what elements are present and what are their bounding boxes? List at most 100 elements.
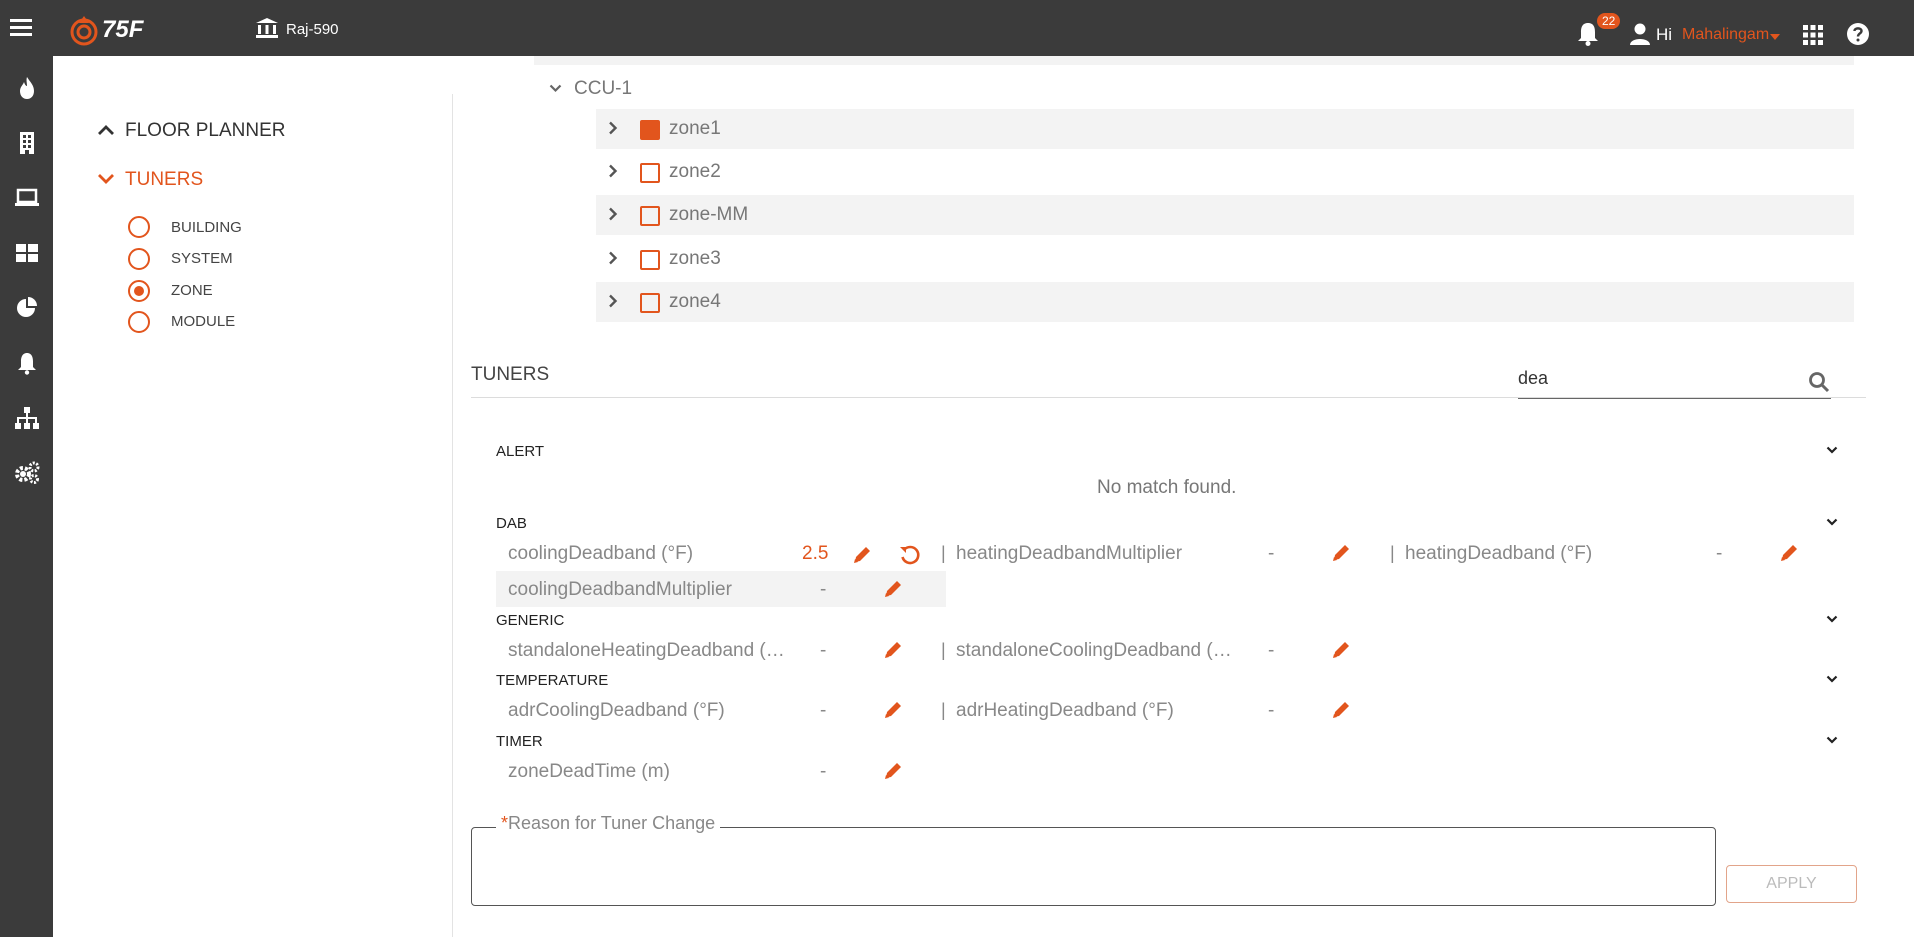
left-nav bbox=[0, 56, 53, 937]
zone-checkbox[interactable] bbox=[640, 120, 660, 140]
radio-building-label: BUILDING bbox=[171, 219, 242, 236]
category-generic: GENERIC bbox=[496, 612, 565, 629]
zone-row[interactable]: zone4 bbox=[596, 282, 1854, 322]
building-icon[interactable] bbox=[13, 129, 41, 157]
separator: | bbox=[941, 700, 946, 720]
tuner-name: heatingDeadbandMultiplier bbox=[956, 543, 1183, 564]
reason-textarea[interactable] bbox=[471, 827, 1716, 906]
separator: | bbox=[1390, 543, 1395, 563]
search-underline bbox=[1518, 398, 1831, 399]
tree-top-strip bbox=[534, 56, 1854, 65]
settings-icon[interactable] bbox=[13, 459, 41, 487]
chevron-right-icon[interactable] bbox=[608, 164, 618, 178]
tuners-menu[interactable]: TUNERS bbox=[125, 169, 203, 191]
zone-name: zone2 bbox=[669, 161, 721, 182]
laptop-icon[interactable] bbox=[13, 184, 41, 212]
timer-chevron-down-icon[interactable] bbox=[1826, 736, 1838, 744]
zone-row[interactable]: zone3 bbox=[596, 239, 1854, 279]
edit-pencil-icon[interactable] bbox=[883, 761, 903, 781]
chevron-right-icon[interactable] bbox=[608, 251, 618, 265]
dashboard-icon[interactable] bbox=[13, 239, 41, 267]
zone-name: zone3 bbox=[669, 248, 721, 269]
reason-label: *Reason for Tuner Change bbox=[496, 813, 721, 834]
hamburger-menu-icon[interactable] bbox=[10, 17, 32, 37]
help-icon[interactable] bbox=[1847, 23, 1869, 45]
zone-checkbox[interactable] bbox=[640, 206, 660, 226]
user-icon bbox=[1630, 23, 1650, 45]
no-match-message: No match found. bbox=[1097, 477, 1237, 498]
zone-checkbox[interactable] bbox=[640, 250, 660, 270]
search-icon[interactable] bbox=[1808, 371, 1830, 393]
category-temperature: TEMPERATURE bbox=[496, 672, 609, 689]
edit-pencil-icon[interactable] bbox=[883, 640, 903, 660]
bell-icon[interactable] bbox=[13, 349, 41, 377]
chevron-right-icon[interactable] bbox=[608, 121, 618, 135]
alert-chevron-down-icon[interactable] bbox=[1826, 446, 1838, 454]
notifications-badge: 22 bbox=[1597, 13, 1621, 29]
edit-pencil-icon[interactable] bbox=[1331, 640, 1351, 660]
zone-checkbox[interactable] bbox=[640, 163, 660, 183]
radio-zone-label: ZONE bbox=[171, 282, 213, 299]
radio-system[interactable] bbox=[128, 248, 150, 270]
tuner-value: - bbox=[1268, 640, 1275, 661]
user-menu[interactable]: Mahalingam bbox=[1682, 26, 1769, 44]
separator: | bbox=[941, 543, 946, 563]
separator: | bbox=[941, 640, 946, 660]
radio-module-label: MODULE bbox=[171, 313, 236, 330]
tuner-value: - bbox=[1716, 543, 1723, 564]
generic-chevron-down-icon[interactable] bbox=[1826, 615, 1838, 623]
notifications-bell-icon[interactable] bbox=[1577, 22, 1599, 46]
edit-pencil-icon[interactable] bbox=[883, 579, 903, 599]
radio-system-label: SYSTEM bbox=[171, 250, 233, 267]
chevron-down-icon[interactable] bbox=[97, 173, 115, 185]
tuner-value: - bbox=[1268, 543, 1275, 564]
site-bank-icon bbox=[256, 18, 278, 38]
site-name[interactable]: Raj-590 bbox=[286, 21, 339, 38]
zone-checkbox[interactable] bbox=[640, 293, 660, 313]
flame-icon[interactable] bbox=[13, 74, 41, 102]
pie-chart-icon[interactable] bbox=[13, 294, 41, 322]
caret-down-icon[interactable] bbox=[1770, 34, 1780, 40]
floor-planner-menu[interactable]: FLOOR PLANNER bbox=[125, 120, 285, 142]
top-bar: 75F Raj-590 22 Hi Mahalingam bbox=[0, 0, 1914, 56]
radio-zone[interactable] bbox=[128, 280, 150, 302]
logo[interactable] bbox=[68, 14, 100, 46]
tuner-name: zoneDeadTime (m) bbox=[508, 761, 670, 782]
tuner-value: - bbox=[1268, 700, 1275, 721]
chevron-right-icon[interactable] bbox=[608, 294, 618, 308]
temperature-chevron-down-icon[interactable] bbox=[1826, 675, 1838, 683]
radio-building[interactable] bbox=[128, 216, 150, 238]
chevron-up-icon[interactable] bbox=[97, 124, 115, 136]
dab-chevron-down-icon[interactable] bbox=[1826, 518, 1838, 526]
radio-module[interactable] bbox=[128, 311, 150, 333]
reset-icon[interactable] bbox=[899, 544, 921, 566]
edit-pencil-icon[interactable] bbox=[852, 545, 872, 565]
chevron-right-icon[interactable] bbox=[608, 207, 618, 221]
tuner-value: - bbox=[820, 640, 827, 661]
logo-text: 75F bbox=[102, 16, 144, 43]
hierarchy-icon[interactable] bbox=[13, 404, 41, 432]
zone-row[interactable]: zone2 bbox=[596, 152, 1854, 192]
edit-pencil-icon[interactable] bbox=[883, 700, 903, 720]
search-input[interactable]: dea bbox=[1518, 368, 1548, 389]
ccu-label[interactable]: CCU-1 bbox=[574, 78, 632, 100]
edit-pencil-icon[interactable] bbox=[1331, 543, 1351, 563]
edit-pencil-icon[interactable] bbox=[1331, 700, 1351, 720]
tuners-title: TUNERS bbox=[471, 364, 550, 385]
ccu-chevron-down-icon[interactable] bbox=[549, 84, 562, 93]
sidebar-divider bbox=[452, 94, 453, 937]
zone-row[interactable]: zone1 bbox=[596, 109, 1854, 149]
tuner-value: - bbox=[820, 700, 827, 721]
zone-name: zone1 bbox=[669, 118, 721, 139]
reason-label-text: Reason for Tuner Change bbox=[508, 813, 716, 833]
edit-pencil-icon[interactable] bbox=[1779, 543, 1799, 563]
tuner-name: coolingDeadband (°F) bbox=[508, 543, 694, 564]
apply-button[interactable]: APPLY bbox=[1726, 865, 1857, 903]
apps-grid-icon[interactable] bbox=[1803, 25, 1823, 45]
greeting: Hi bbox=[1656, 25, 1673, 44]
tuner-value: 2.5 bbox=[802, 543, 829, 564]
tuner-name: adrCoolingDeadband (°F) bbox=[508, 700, 725, 721]
tuner-name: adrHeatingDeadband (°F) bbox=[956, 700, 1174, 721]
zone-row[interactable]: zone-MM bbox=[596, 195, 1854, 235]
zone-name: zone-MM bbox=[669, 204, 749, 225]
